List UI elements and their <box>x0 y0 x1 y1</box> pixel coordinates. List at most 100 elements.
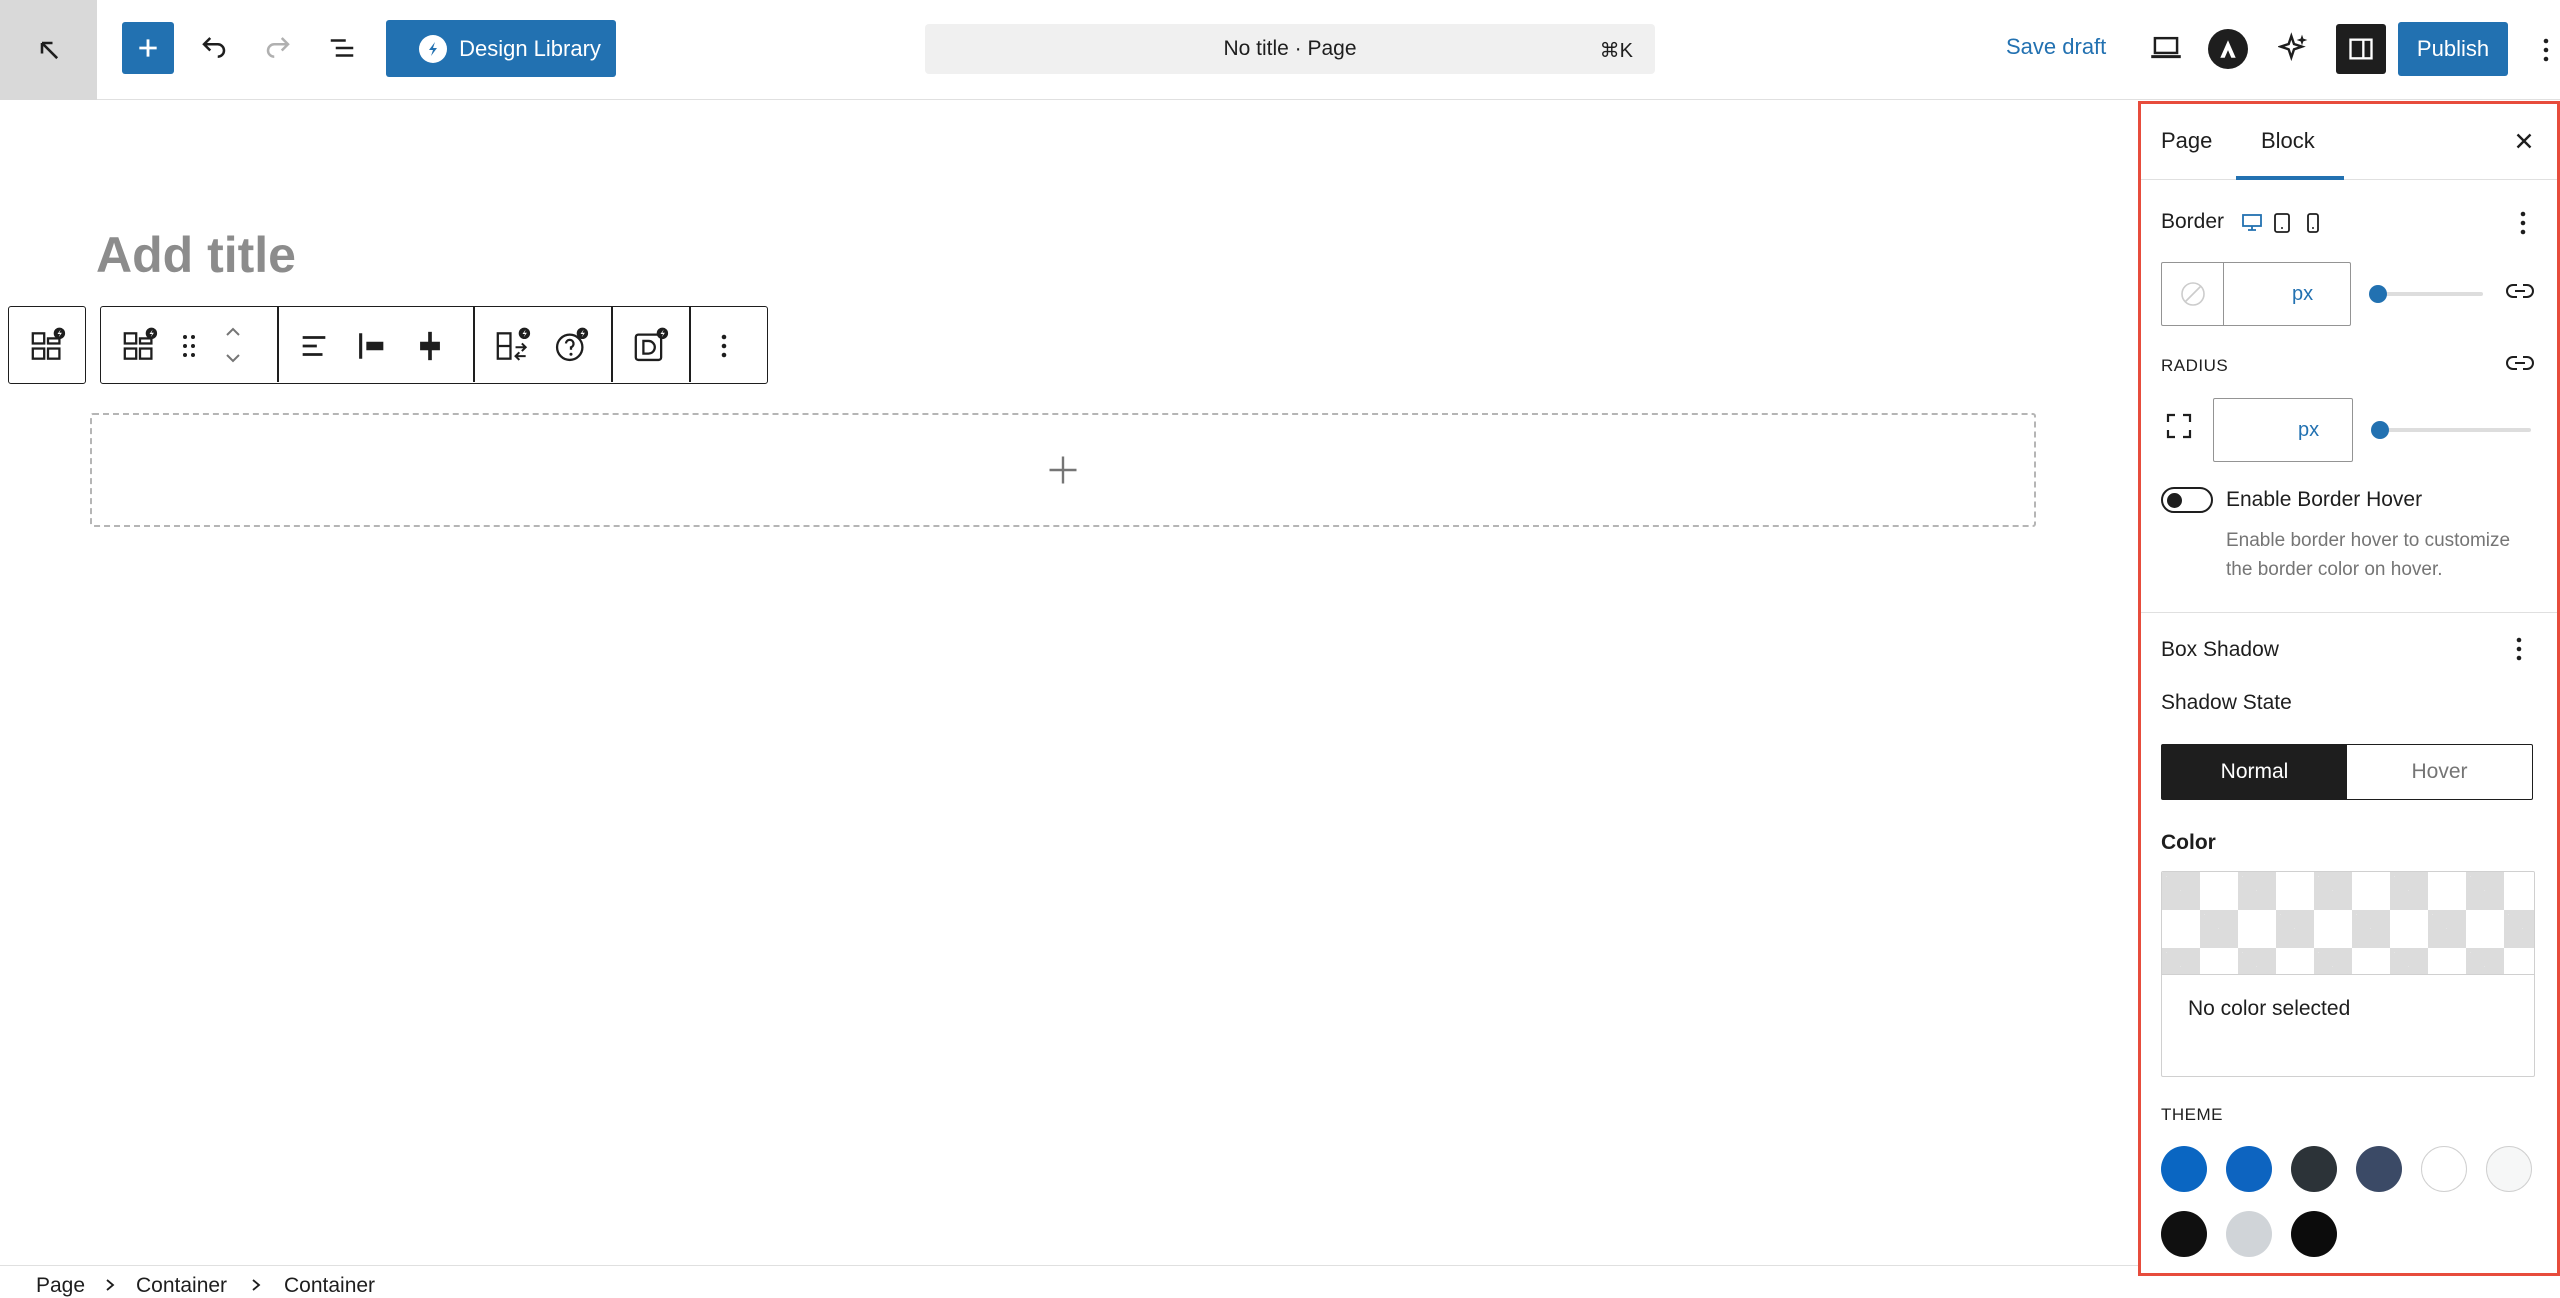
theme-color-swatch[interactable] <box>2161 1211 2207 1257</box>
tab-block[interactable]: Block <box>2261 128 2315 154</box>
change-layout-button[interactable] <box>493 327 533 365</box>
breadcrumb-item[interactable]: Container <box>284 1274 375 1298</box>
content-width-button[interactable] <box>355 329 389 363</box>
move-up-button[interactable] <box>221 321 245 343</box>
justify-left-icon <box>355 329 389 363</box>
radius-label: RADIUS <box>2161 356 2229 375</box>
border-link-button[interactable] <box>2505 280 2535 302</box>
vertical-align-button[interactable] <box>413 329 447 363</box>
radius-slider-thumb[interactable] <box>2371 421 2389 439</box>
border-width-slider-thumb[interactable] <box>2369 285 2387 303</box>
border-unit-select[interactable]: px <box>2292 283 2313 306</box>
link-icon <box>2505 352 2535 374</box>
astra-settings-button[interactable] <box>2208 29 2248 69</box>
color-label: Color <box>2161 831 2216 854</box>
radius-slider[interactable] <box>2377 428 2531 432</box>
toolbar-divider <box>473 307 475 382</box>
redo-icon <box>263 33 293 63</box>
command-shortcut: ⌘K <box>1599 40 1633 62</box>
container-block-icon <box>29 327 67 365</box>
box-shadow-options-button[interactable] <box>2515 636 2523 662</box>
link-icon <box>2505 280 2535 302</box>
more-vertical-icon <box>2515 636 2523 662</box>
radius-corners-button[interactable] <box>2165 412 2193 440</box>
command-palette-bar[interactable]: No title · Page ⌘K <box>925 24 1655 74</box>
settings-sidebar-toggle[interactable] <box>2336 24 2386 74</box>
plus-icon <box>135 35 161 61</box>
shadow-state-hover[interactable]: Hover <box>2347 745 2532 799</box>
theme-color-swatch[interactable] <box>2226 1146 2272 1192</box>
drag-handle[interactable] <box>179 331 199 361</box>
theme-color-swatch[interactable] <box>2421 1146 2467 1192</box>
close-sidebar-button[interactable] <box>2511 128 2537 154</box>
content-align-button[interactable] <box>297 329 331 363</box>
post-title-placeholder[interactable]: Add title <box>96 226 296 284</box>
dynamic-content-button[interactable] <box>631 327 671 365</box>
border-hover-label: Enable Border Hover <box>2226 488 2423 511</box>
theme-color-swatch[interactable] <box>2291 1146 2337 1192</box>
arrow-up-left-icon <box>35 36 63 64</box>
block-help-button[interactable] <box>551 327 591 365</box>
container-block-icon <box>121 327 159 365</box>
sidebar-icon <box>2347 35 2375 63</box>
border-color-swatch[interactable] <box>2162 263 2224 325</box>
publish-button[interactable]: Publish <box>2398 22 2508 76</box>
document-overview-button[interactable] <box>320 26 364 70</box>
undo-button[interactable] <box>192 26 236 70</box>
move-down-button[interactable] <box>221 347 245 369</box>
breadcrumb-item[interactable]: Page <box>36 1274 85 1298</box>
border-hover-help-line1: Enable border hover to customize <box>2226 530 2511 551</box>
tab-page[interactable]: Page <box>2161 128 2212 154</box>
toolbar-divider <box>689 307 691 382</box>
theme-color-swatch[interactable] <box>2486 1146 2532 1192</box>
block-toolbar <box>100 306 768 384</box>
align-center-icon <box>413 329 447 363</box>
astra-logo-icon <box>2217 38 2239 60</box>
block-appender[interactable] <box>90 413 2036 527</box>
toolbar-divider <box>277 307 279 382</box>
radius-unit-select[interactable]: px <box>2298 419 2319 442</box>
ai-assistant-button[interactable] <box>2272 26 2316 70</box>
design-library-label: Design Library <box>459 35 601 61</box>
save-draft-button[interactable]: Save draft <box>2006 34 2106 60</box>
radius-link-button[interactable] <box>2505 352 2535 374</box>
no-color-text: No color selected <box>2188 997 2351 1020</box>
radius-input[interactable]: px <box>2213 398 2353 462</box>
block-inserter-button[interactable] <box>122 22 174 74</box>
theme-color-swatch[interactable] <box>2161 1146 2207 1192</box>
shadow-state-normal[interactable]: Normal <box>2162 745 2347 799</box>
block-options-button[interactable] <box>719 331 729 361</box>
block-type-button[interactable] <box>121 327 159 365</box>
theme-color-swatch[interactable] <box>2226 1211 2272 1257</box>
parent-block-selector[interactable] <box>8 306 86 384</box>
desktop-preview-icon <box>2150 34 2182 62</box>
toolbar-divider <box>611 307 613 382</box>
redo-button[interactable] <box>256 26 300 70</box>
color-preview[interactable]: No color selected <box>2161 871 2535 1077</box>
chevron-up-icon <box>221 321 245 343</box>
border-width-slider[interactable] <box>2375 292 2483 296</box>
no-color-icon <box>2179 280 2207 308</box>
chevron-down-icon <box>221 347 245 369</box>
theme-palette-label: THEME <box>2161 1105 2223 1124</box>
breadcrumb-item[interactable]: Container <box>136 1274 227 1298</box>
options-menu-button[interactable] <box>2536 28 2556 72</box>
tablet-device-icon[interactable] <box>2273 212 2291 234</box>
design-library-button[interactable]: Design Library <box>386 20 616 77</box>
more-vertical-icon <box>2519 210 2527 236</box>
border-hover-toggle[interactable] <box>2161 487 2213 513</box>
block-breadcrumb: Page Container Container <box>0 1265 2140 1298</box>
border-options-button[interactable] <box>2519 210 2527 236</box>
back-to-dashboard-button[interactable] <box>0 0 97 100</box>
more-vertical-icon <box>2542 37 2550 63</box>
toggle-knob <box>2167 493 2182 508</box>
mobile-device-icon[interactable] <box>2305 212 2321 234</box>
settings-sidebar: Page Block Border px RADIUS px Enable Bo… <box>2138 101 2560 1276</box>
desktop-device-icon[interactable] <box>2241 212 2263 232</box>
document-title: No title · Page <box>1223 37 1357 60</box>
border-hover-help-line2: the border color on hover. <box>2226 559 2443 580</box>
theme-color-swatch[interactable] <box>2356 1146 2402 1192</box>
preview-button[interactable] <box>2144 26 2188 70</box>
plus-icon <box>1045 452 1081 488</box>
theme-color-swatch[interactable] <box>2291 1211 2337 1257</box>
